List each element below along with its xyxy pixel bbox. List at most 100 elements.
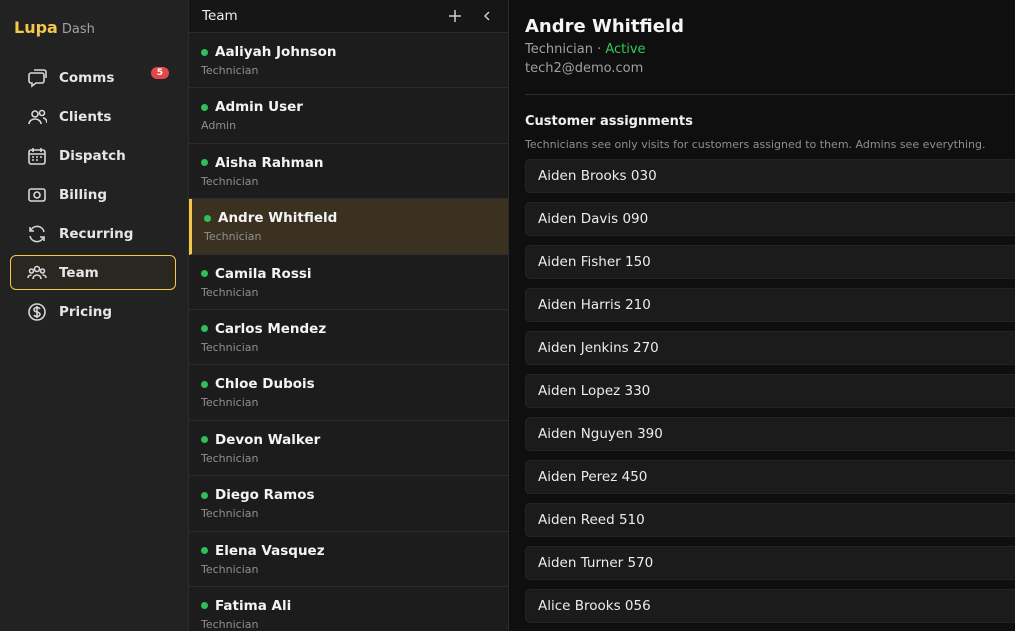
member-role: Technician <box>201 174 259 188</box>
users-icon <box>28 109 47 124</box>
member-role: Technician <box>201 285 259 299</box>
chevron-left-icon <box>483 11 490 21</box>
brand-main: Lupa <box>14 18 58 37</box>
member-role: Technician <box>204 230 262 244</box>
online-status-dot <box>204 214 211 222</box>
refresh-icon <box>29 225 45 242</box>
team-member-row[interactable]: Admin User Admin <box>189 88 508 144</box>
sidebar-item-recurring[interactable]: Recurring <box>10 216 176 251</box>
member-detail: Andre Whitfield Technician · Active tech… <box>509 0 1015 631</box>
meta-separator: · <box>592 42 606 57</box>
member-role: Technician <box>201 617 259 631</box>
member-name-heading: Andre Whitfield <box>525 16 685 37</box>
unread-badge: 5 <box>150 67 169 79</box>
online-status-dot <box>201 159 208 167</box>
online-status-dot <box>201 436 208 444</box>
member-role: Technician <box>201 451 259 465</box>
online-status-dot <box>201 270 208 278</box>
sidebar-item-billing[interactable]: Billing <box>10 177 176 212</box>
sidebar-item-label: Dispatch <box>59 147 126 164</box>
sidebar-item-clients[interactable]: Clients <box>10 99 176 134</box>
assignment-item[interactable]: Alice Brooks 056 <box>525 589 1015 623</box>
sidebar-item-pricing[interactable]: Pricing <box>10 294 176 329</box>
sidebar: Lupa Dash Comms 5 Clients Dispatch Billing Re… <box>0 0 189 631</box>
assignment-item[interactable]: Aiden Lopez 330 <box>525 374 1015 408</box>
brand-sub: Dash <box>61 22 95 37</box>
assignment-item[interactable]: Aiden Reed 510 <box>525 503 1015 537</box>
team-header: Team <box>189 0 508 33</box>
assignment-item[interactable]: Aiden Turner 570 <box>525 546 1015 580</box>
add-member-button[interactable] <box>444 5 466 27</box>
team-member-row[interactable]: Fatima Ali Technician <box>189 586 508 631</box>
team-icon <box>27 265 47 279</box>
section-title: Customer assignments <box>525 114 693 129</box>
brand-logo[interactable]: Lupa Dash <box>14 18 95 37</box>
dollar-icon <box>28 302 46 321</box>
member-name: Fatima Ali <box>201 598 508 614</box>
assignment-item[interactable]: Aiden Perez 450 <box>525 460 1015 494</box>
assignment-item[interactable]: Aiden Harris 210 <box>525 288 1015 322</box>
member-name: Carlos Mendez <box>201 321 508 337</box>
assignment-item[interactable]: Aiden Nguyen 390 <box>525 417 1015 451</box>
team-member-row[interactable]: Camila Rossi Technician <box>189 254 508 310</box>
sidebar-item-label: Billing <box>59 186 108 203</box>
divider <box>525 94 1015 95</box>
collapse-panel-button[interactable] <box>476 5 498 27</box>
member-name: Aaliyah Johnson <box>201 44 508 60</box>
online-status-dot <box>201 48 208 56</box>
member-name: Chloe Dubois <box>201 376 508 392</box>
online-status-dot <box>201 325 208 333</box>
sidebar-item-team[interactable]: Team <box>10 255 176 290</box>
team-member-row[interactable]: Aisha Rahman Technician <box>189 143 508 200</box>
team-member-row[interactable]: Diego Ramos Technician <box>189 476 508 532</box>
assignment-item[interactable]: Aiden Fisher 150 <box>525 245 1015 279</box>
member-role: Technician <box>525 42 593 57</box>
chat-icon <box>28 68 47 88</box>
sidebar-item-label: Recurring <box>59 225 134 242</box>
member-name-text: Carlos Mendez <box>215 320 327 337</box>
team-member-row[interactable]: Aaliyah Johnson Technician <box>189 33 508 89</box>
online-status-dot <box>201 491 208 499</box>
member-name-text: Admin User <box>215 99 303 116</box>
team-member-row[interactable]: Elena Vasquez Technician <box>189 531 508 587</box>
sidebar-item-label: Clients <box>59 108 112 125</box>
member-name-text: Fatima Ali <box>215 597 292 614</box>
sidebar-item-label: Team <box>59 264 99 281</box>
team-member-row[interactable]: Andre Whitfield Technician <box>189 199 508 255</box>
member-name: Aisha Rahman <box>201 155 508 171</box>
member-name-text: Aisha Rahman <box>215 154 324 171</box>
sidebar-item-comms[interactable]: Comms 5 <box>10 60 176 95</box>
billing-icon <box>28 187 46 202</box>
member-role: Technician <box>201 562 259 576</box>
member-name-text: Andre Whitfield <box>218 210 338 227</box>
assignment-item[interactable]: Aiden Davis 090 <box>525 202 1015 236</box>
plus-icon <box>449 10 461 22</box>
member-name-text: Devon Walker <box>215 431 321 448</box>
member-name: Diego Ramos <box>201 487 508 503</box>
assignment-item[interactable]: Aiden Jenkins 270 <box>525 331 1015 365</box>
member-meta: Technician · Active <box>525 42 1015 57</box>
team-panel: Team Aaliyah Johnson Technician Admin User… <box>189 0 509 631</box>
sidebar-nav: Comms 5 Clients Dispatch Billing Recurring Tea… <box>10 60 176 333</box>
team-member-list: Aaliyah Johnson Technician Admin User Admin… <box>189 33 508 631</box>
sidebar-item-dispatch[interactable]: Dispatch <box>10 138 176 173</box>
member-name-text: Camila Rossi <box>215 265 312 282</box>
team-member-row[interactable]: Chloe Dubois Technician <box>189 365 508 421</box>
member-email: tech2@demo.com <box>525 61 644 76</box>
team-title: Team <box>202 8 238 24</box>
member-role: Admin <box>201 119 237 133</box>
member-name: Andre Whitfield <box>204 210 508 226</box>
online-status-dot <box>201 103 208 111</box>
member-role: Technician <box>201 396 259 410</box>
member-name-text: Diego Ramos <box>215 487 315 504</box>
member-role: Technician <box>201 64 259 77</box>
assignment-item[interactable]: Aiden Brooks 030 <box>525 159 1015 193</box>
online-status-dot <box>201 547 208 555</box>
member-name: Admin User <box>201 99 508 115</box>
assignment-list: Aiden Brooks 030 Aiden Davis 090 Aiden Fis… <box>525 159 1015 623</box>
status-badge: Active <box>605 42 646 57</box>
team-member-row[interactable]: Devon Walker Technician <box>189 420 508 477</box>
online-status-dot <box>201 602 208 610</box>
sidebar-item-label: Comms <box>59 69 115 86</box>
team-member-row[interactable]: Carlos Mendez Technician <box>189 309 508 366</box>
